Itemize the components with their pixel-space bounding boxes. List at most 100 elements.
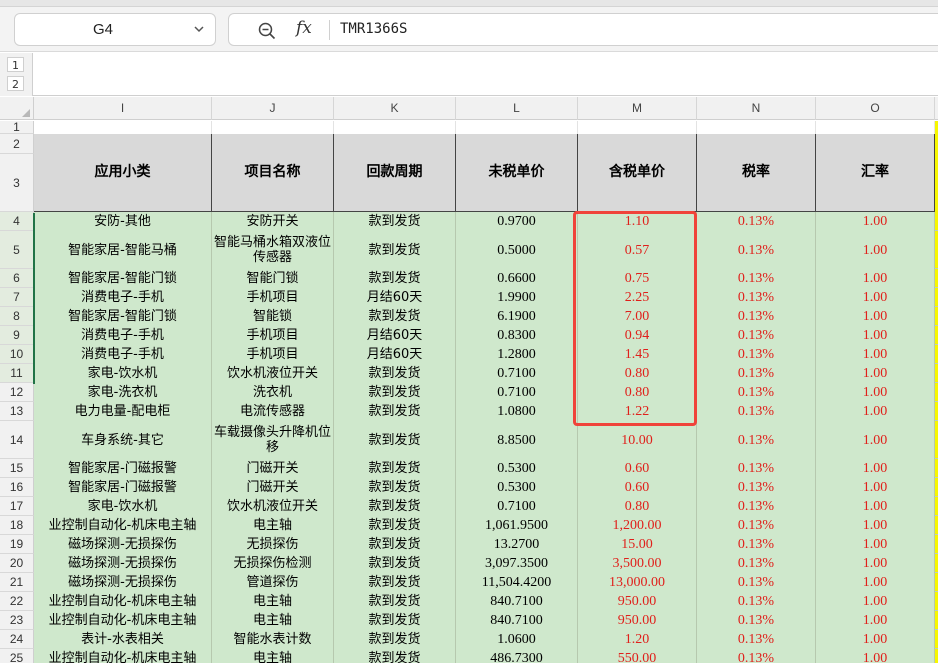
cell-payment-cycle[interactable]: 款到发货 xyxy=(334,611,456,630)
cell-tax-rate[interactable]: 0.13% xyxy=(697,497,816,516)
cell-project-name[interactable]: 电流传感器 xyxy=(212,402,334,421)
cell-exchange-rate[interactable]: 1.00 xyxy=(816,611,935,630)
cell-exchange-rate[interactable]: 1.00 xyxy=(816,364,935,383)
cell-untaxed-price[interactable]: 0.7100 xyxy=(456,383,578,402)
cell-sub-category[interactable]: 业控制自动化-机床电主轴 xyxy=(34,592,212,611)
cell-untaxed-price[interactable]: 0.9700 xyxy=(456,212,578,231)
cell-payment-cycle[interactable]: 月结60天 xyxy=(334,288,456,307)
cell-payment-cycle[interactable]: 月结60天 xyxy=(334,345,456,364)
blank-cell-row1[interactable] xyxy=(578,121,697,134)
cell-sub-category[interactable]: 表计-水表相关 xyxy=(34,630,212,649)
cell-tax-rate[interactable]: 0.13% xyxy=(697,421,816,459)
cell-project-name[interactable]: 洗衣机 xyxy=(212,383,334,402)
cell-payment-cycle[interactable]: 款到发货 xyxy=(334,649,456,663)
column-header-M[interactable]: M xyxy=(578,97,697,120)
cell-payment-cycle[interactable]: 款到发货 xyxy=(334,497,456,516)
cell-sub-category[interactable]: 消费电子-手机 xyxy=(34,326,212,345)
cell-project-name[interactable]: 饮水机液位开关 xyxy=(212,497,334,516)
blank-cell-row1[interactable] xyxy=(456,121,578,134)
cell-tax-inclusive-price[interactable]: 10.00 xyxy=(578,421,697,459)
blank-cell-row1[interactable] xyxy=(34,121,212,134)
header-cell-project-name[interactable]: 项目名称 xyxy=(212,134,334,212)
cell-sub-category[interactable]: 智能家居-智能马桶 xyxy=(34,231,212,269)
cell-exchange-rate[interactable]: 1.00 xyxy=(816,592,935,611)
cell-exchange-rate[interactable]: 1.00 xyxy=(816,307,935,326)
cell-sub-category[interactable]: 消费电子-手机 xyxy=(34,345,212,364)
row-header-1[interactable]: 1 xyxy=(0,121,34,134)
cell-untaxed-price[interactable]: 0.5300 xyxy=(456,459,578,478)
cell-project-name[interactable]: 电主轴 xyxy=(212,516,334,535)
cell-untaxed-price[interactable]: 486.7300 xyxy=(456,649,578,663)
cell-untaxed-price[interactable]: 840.7100 xyxy=(456,592,578,611)
cell-payment-cycle[interactable]: 款到发货 xyxy=(334,364,456,383)
row-header-13[interactable]: 13 xyxy=(0,402,34,421)
select-all-corner[interactable] xyxy=(0,97,34,120)
header-cell-tax-rate[interactable]: 税率 xyxy=(697,134,816,212)
cell-project-name[interactable]: 手机项目 xyxy=(212,326,334,345)
cell-sub-category[interactable]: 家电-洗衣机 xyxy=(34,383,212,402)
row-header-25[interactable]: 25 xyxy=(0,649,34,663)
cell-tax-inclusive-price[interactable]: 0.75 xyxy=(578,269,697,288)
cell-tax-inclusive-price[interactable]: 950.00 xyxy=(578,592,697,611)
row-header-5[interactable]: 5 xyxy=(0,231,34,269)
cell-tax-rate[interactable]: 0.13% xyxy=(697,364,816,383)
cell-exchange-rate[interactable]: 1.00 xyxy=(816,421,935,459)
cell-exchange-rate[interactable]: 1.00 xyxy=(816,269,935,288)
blank-cell-row1[interactable] xyxy=(697,121,816,134)
cell-payment-cycle[interactable]: 月结60天 xyxy=(334,326,456,345)
cell-payment-cycle[interactable]: 款到发货 xyxy=(334,573,456,592)
cell-project-name[interactable]: 饮水机液位开关 xyxy=(212,364,334,383)
cell-tax-rate[interactable]: 0.13% xyxy=(697,307,816,326)
cell-tax-rate[interactable]: 0.13% xyxy=(697,592,816,611)
cell-sub-category[interactable]: 业控制自动化-机床电主轴 xyxy=(34,649,212,663)
cell-tax-inclusive-price[interactable]: 0.60 xyxy=(578,459,697,478)
header-cell-sub-category[interactable]: 应用小类 xyxy=(34,134,212,212)
row-header-8[interactable]: 8 xyxy=(0,307,34,326)
cell-untaxed-price[interactable]: 11,504.4200 xyxy=(456,573,578,592)
cell-untaxed-price[interactable]: 13.2700 xyxy=(456,535,578,554)
cell-tax-rate[interactable]: 0.13% xyxy=(697,459,816,478)
cell-sub-category[interactable]: 智能家居-智能门锁 xyxy=(34,307,212,326)
function-fx-icon[interactable]: fx xyxy=(296,18,312,38)
cell-project-name[interactable]: 智能马桶水箱双液位传感器 xyxy=(212,231,334,269)
outline-level-1-button[interactable]: 1 xyxy=(7,57,24,72)
cell-project-name[interactable]: 门磁开关 xyxy=(212,478,334,497)
cell-tax-inclusive-price[interactable]: 1.10 xyxy=(578,212,697,231)
row-header-4[interactable]: 4 xyxy=(0,212,34,231)
cell-project-name[interactable]: 门磁开关 xyxy=(212,459,334,478)
cell-untaxed-price[interactable]: 0.6600 xyxy=(456,269,578,288)
cell-tax-inclusive-price[interactable]: 1.45 xyxy=(578,345,697,364)
cell-payment-cycle[interactable]: 款到发货 xyxy=(334,307,456,326)
cell-project-name[interactable]: 安防开关 xyxy=(212,212,334,231)
cell-tax-rate[interactable]: 0.13% xyxy=(697,649,816,663)
cell-untaxed-price[interactable]: 0.5300 xyxy=(456,478,578,497)
formula-value[interactable]: TMR1366S xyxy=(340,21,407,37)
cell-project-name[interactable]: 智能水表计数 xyxy=(212,630,334,649)
cell-sub-category[interactable]: 车身系统-其它 xyxy=(34,421,212,459)
chevron-down-icon[interactable] xyxy=(192,22,206,36)
cell-tax-inclusive-price[interactable]: 950.00 xyxy=(578,611,697,630)
name-box[interactable]: G4 xyxy=(14,13,216,46)
cell-tax-rate[interactable]: 0.13% xyxy=(697,516,816,535)
blank-cell-row1[interactable] xyxy=(212,121,334,134)
cell-project-name[interactable]: 电主轴 xyxy=(212,592,334,611)
cell-tax-rate[interactable]: 0.13% xyxy=(697,212,816,231)
cell-payment-cycle[interactable]: 款到发货 xyxy=(334,535,456,554)
cell-tax-rate[interactable]: 0.13% xyxy=(697,345,816,364)
cell-exchange-rate[interactable]: 1.00 xyxy=(816,649,935,663)
row-header-17[interactable]: 17 xyxy=(0,497,34,516)
cell-exchange-rate[interactable]: 1.00 xyxy=(816,630,935,649)
row-header-18[interactable]: 18 xyxy=(0,516,34,535)
cell-exchange-rate[interactable]: 1.00 xyxy=(816,345,935,364)
cell-untaxed-price[interactable]: 3,097.3500 xyxy=(456,554,578,573)
cell-project-name[interactable]: 车载摄像头升降机位移 xyxy=(212,421,334,459)
row-header-22[interactable]: 22 xyxy=(0,592,34,611)
cell-exchange-rate[interactable]: 1.00 xyxy=(816,383,935,402)
zoom-out-icon[interactable] xyxy=(257,21,277,41)
cell-project-name[interactable]: 管道探伤 xyxy=(212,573,334,592)
cell-sub-category[interactable]: 家电-饮水机 xyxy=(34,497,212,516)
cell-payment-cycle[interactable]: 款到发货 xyxy=(334,516,456,535)
cell-tax-inclusive-price[interactable]: 0.80 xyxy=(578,364,697,383)
cell-project-name[interactable]: 手机项目 xyxy=(212,345,334,364)
cell-sub-category[interactable]: 磁场探测-无损探伤 xyxy=(34,573,212,592)
